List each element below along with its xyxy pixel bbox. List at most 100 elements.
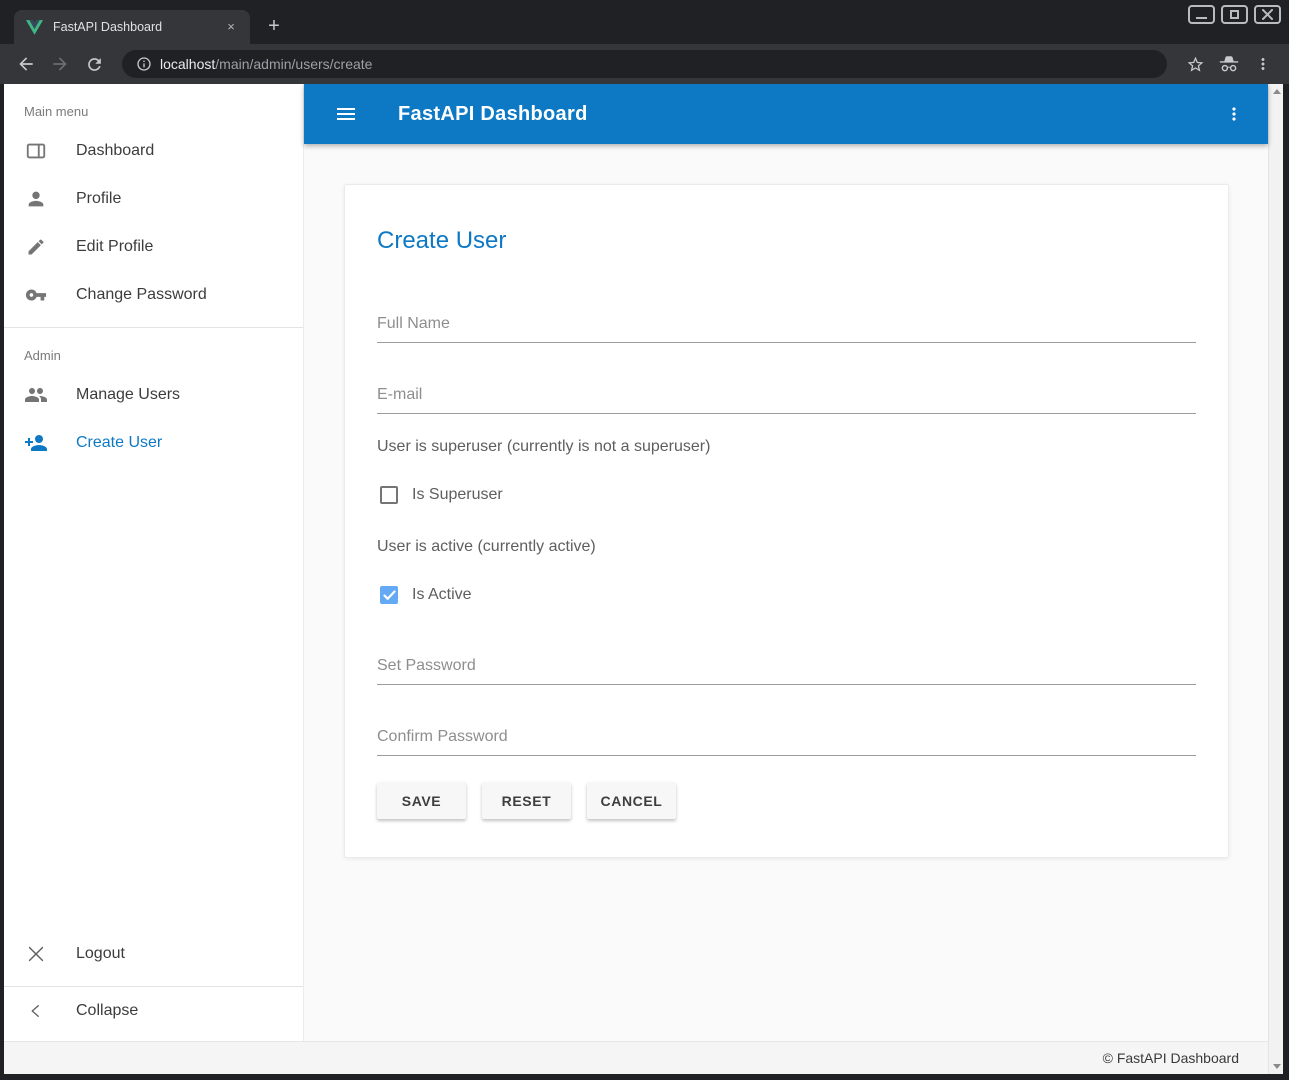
- key-icon: [24, 283, 48, 307]
- incognito-indicator: [1215, 50, 1243, 78]
- sidebar-section-admin: Admin: [4, 328, 303, 371]
- sidebar-item-change-password[interactable]: Change Password: [4, 271, 303, 319]
- active-checkbox[interactable]: [380, 586, 398, 604]
- kebab-icon: [1224, 104, 1244, 124]
- sidebar-section-main-menu: Main menu: [4, 84, 303, 127]
- full-name-input[interactable]: [377, 315, 1196, 343]
- url-path: /main/admin/users/create: [215, 56, 372, 72]
- appbar-title: FastAPI Dashboard: [398, 103, 588, 126]
- sidebar-item-collapse[interactable]: Collapse: [4, 987, 303, 1035]
- dashboard-icon: [24, 139, 48, 163]
- sidebar-item-label: Manage Users: [76, 386, 180, 404]
- back-icon: [16, 54, 36, 74]
- superuser-note: User is superuser (currently is not a su…: [377, 438, 1196, 456]
- vue-logo-icon: [26, 20, 43, 35]
- sidebar-item-label: Collapse: [76, 1002, 138, 1020]
- superuser-checkbox-row[interactable]: Is Superuser: [377, 483, 1196, 507]
- close-window-icon: [1262, 9, 1273, 20]
- reload-button[interactable]: [80, 50, 108, 78]
- people-icon: [24, 383, 48, 407]
- active-note: User is active (currently active): [377, 538, 1196, 556]
- confirm-password-input[interactable]: [377, 728, 1196, 756]
- kebab-icon: [1254, 55, 1272, 73]
- close-window-button[interactable]: [1254, 5, 1281, 24]
- sidebar-item-edit-profile[interactable]: Edit Profile: [4, 223, 303, 271]
- browser-window: FastAPI Dashboard × + localhost/main/adm…: [0, 0, 1289, 1080]
- browser-menu-button[interactable]: [1249, 50, 1277, 78]
- page-content: Create User User is superuser (currently…: [304, 144, 1268, 1041]
- sidebar: Main menu Dashboard Profile: [4, 84, 304, 1041]
- check-icon: [383, 590, 396, 601]
- forward-icon: [50, 54, 70, 74]
- app-bar: FastAPI Dashboard: [304, 84, 1268, 144]
- scrollbar-down-arrow[interactable]: [1269, 1059, 1283, 1074]
- sidebar-item-profile[interactable]: Profile: [4, 175, 303, 223]
- superuser-checkbox[interactable]: [380, 486, 398, 504]
- sidebar-item-create-user[interactable]: Create User: [4, 419, 303, 467]
- bookmark-button[interactable]: [1181, 50, 1209, 78]
- email-field-wrap: [377, 386, 1196, 414]
- form-actions: SAVE RESET CANCEL: [377, 782, 1196, 857]
- back-button[interactable]: [12, 50, 40, 78]
- url-host: localhost: [160, 56, 215, 72]
- content-row: Main menu Dashboard Profile: [4, 84, 1268, 1041]
- active-checkbox-label: Is Active: [412, 586, 472, 604]
- main-area: FastAPI Dashboard Create User: [304, 84, 1268, 1041]
- minimize-icon: [1196, 17, 1207, 19]
- save-button[interactable]: SAVE: [377, 782, 466, 819]
- cancel-button[interactable]: CANCEL: [587, 782, 676, 819]
- browser-toolbar: localhost/main/admin/users/create: [0, 44, 1289, 84]
- sidebar-item-label: Edit Profile: [76, 238, 153, 256]
- hamburger-icon: [334, 102, 358, 126]
- set-password-field-wrap: [377, 657, 1196, 685]
- appbar-menu-button[interactable]: [1216, 96, 1252, 132]
- superuser-checkbox-label: Is Superuser: [412, 486, 503, 504]
- sidebar-item-manage-users[interactable]: Manage Users: [4, 371, 303, 419]
- sidebar-item-label: Logout: [76, 945, 125, 963]
- triangle-down-icon: [1273, 1064, 1281, 1069]
- new-tab-button[interactable]: +: [260, 13, 288, 41]
- logout-close-icon: [24, 942, 48, 966]
- sidebar-item-label: Create User: [76, 434, 162, 452]
- chevron-left-icon: [24, 999, 48, 1023]
- forward-button[interactable]: [46, 50, 74, 78]
- person-add-icon: [24, 431, 48, 455]
- pencil-icon: [24, 235, 48, 259]
- minimize-button[interactable]: [1188, 5, 1215, 24]
- page-title: Create User: [377, 227, 1196, 255]
- maximize-button[interactable]: [1221, 5, 1248, 24]
- reset-button[interactable]: RESET: [482, 782, 571, 819]
- tab-close-icon[interactable]: ×: [222, 18, 240, 36]
- sidebar-item-logout[interactable]: Logout: [4, 930, 303, 978]
- person-icon: [24, 187, 48, 211]
- footer-copyright: © FastAPI Dashboard: [1103, 1050, 1239, 1066]
- reload-icon: [85, 55, 104, 74]
- full-name-field-wrap: [377, 315, 1196, 343]
- sidebar-item-dashboard[interactable]: Dashboard: [4, 127, 303, 175]
- tab-strip: FastAPI Dashboard × +: [0, 0, 1289, 44]
- url-bar[interactable]: localhost/main/admin/users/create: [122, 50, 1167, 78]
- menu-toggle-button[interactable]: [328, 96, 364, 132]
- incognito-icon: [1218, 53, 1240, 75]
- footer: © FastAPI Dashboard: [4, 1041, 1268, 1074]
- info-icon: [136, 56, 152, 72]
- page: Main menu Dashboard Profile: [4, 84, 1283, 1074]
- triangle-up-icon: [1273, 89, 1281, 94]
- sidebar-item-label: Dashboard: [76, 142, 154, 160]
- window-controls: [1188, 5, 1281, 24]
- create-user-card: Create User User is superuser (currently…: [344, 184, 1229, 858]
- maximize-icon: [1230, 10, 1239, 19]
- sidebar-item-label: Profile: [76, 190, 121, 208]
- tab-title: FastAPI Dashboard: [53, 20, 222, 34]
- browser-tab[interactable]: FastAPI Dashboard ×: [14, 10, 250, 44]
- star-icon: [1186, 55, 1205, 74]
- sidebar-item-label: Change Password: [76, 286, 207, 304]
- active-checkbox-row[interactable]: Is Active: [377, 583, 1196, 607]
- set-password-input[interactable]: [377, 657, 1196, 685]
- url-text: localhost/main/admin/users/create: [160, 56, 372, 72]
- page-scrollbar[interactable]: [1268, 84, 1283, 1074]
- scrollbar-up-arrow[interactable]: [1269, 84, 1283, 99]
- email-input[interactable]: [377, 386, 1196, 414]
- confirm-password-field-wrap: [377, 728, 1196, 756]
- sidebar-spacer: [4, 467, 303, 930]
